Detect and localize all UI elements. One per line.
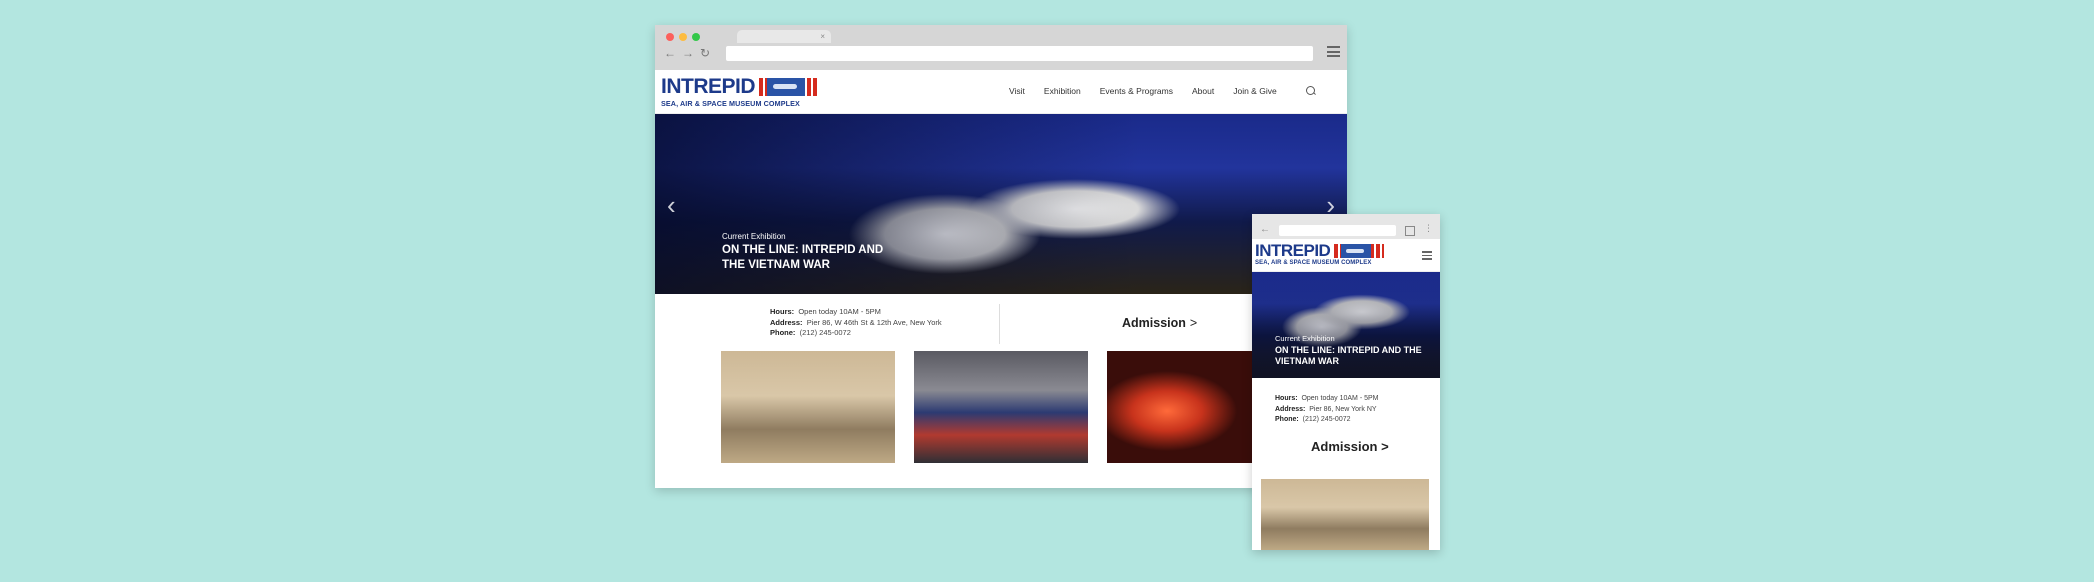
- hamburger-menu-icon[interactable]: [1422, 251, 1432, 262]
- hours-row: Hours: Open today 10AM - 5PM: [1275, 394, 1379, 405]
- thumbnail-visitors-aircraft[interactable]: [914, 351, 1088, 463]
- nav-item-events-programs[interactable]: Events & Programs: [1100, 86, 1173, 96]
- visit-info: Hours: Open today 10AM - 5PM Address: Pi…: [1275, 394, 1379, 426]
- logo-wordmark: INTREPID: [661, 75, 756, 98]
- address-row: Address: Pier 86, W 46th St & 12th Ave, …: [770, 318, 942, 329]
- hero-title[interactable]: ON THE LINE: INTREPID AND THE VIETNAM WA…: [1275, 345, 1425, 367]
- nav-item-exhibition[interactable]: Exhibition: [1044, 86, 1081, 96]
- address-label: Address:: [1275, 405, 1306, 413]
- mobile-browser-bar: ← ⋮: [1252, 222, 1440, 239]
- thumbnail-jet-launch[interactable]: [1261, 479, 1429, 550]
- address-value: Pier 86, New York NY: [1309, 405, 1377, 413]
- chevron-right-icon: >: [1381, 439, 1389, 454]
- maximize-window-button[interactable]: [692, 33, 700, 41]
- address-value: Pier 86, W 46th St & 12th Ave, New York: [806, 317, 942, 327]
- intrepid-logo[interactable]: INTREPID SEA, AIR & SPACE MUSEUM COMPLEX: [1255, 241, 1385, 266]
- nav-item-join-give[interactable]: Join & Give: [1233, 86, 1276, 96]
- site-header: INTREPID SEA, AIR & SPACE MUSEUM COMPLEX…: [655, 70, 1347, 114]
- forward-arrow-icon[interactable]: →: [682, 46, 694, 60]
- address-row: Address: Pier 86, New York NY: [1275, 405, 1379, 416]
- phone-value: (212) 245-0072: [1302, 416, 1351, 423]
- admission-link[interactable]: Admission >: [1122, 316, 1197, 330]
- hours-label: Hours:: [770, 307, 795, 316]
- phone-label: Phone:: [1275, 416, 1299, 423]
- admission-label: Admission: [1311, 439, 1378, 454]
- search-icon[interactable]: [1306, 86, 1315, 95]
- back-arrow-icon[interactable]: ←: [1260, 224, 1270, 235]
- hours-row: Hours: Open today 10AM - 5PM: [770, 307, 942, 318]
- back-arrow-icon[interactable]: ←: [664, 46, 676, 60]
- logo-wordmark: INTREPID: [1255, 241, 1331, 260]
- phone-label: Phone:: [770, 328, 796, 337]
- hero-carousel: ‹ › Current Exhibition ON THE LINE: INTR…: [655, 114, 1347, 294]
- mobile-site-header: INTREPID SEA, AIR & SPACE MUSEUM COMPLEX: [1252, 239, 1440, 272]
- chevron-right-icon: >: [1189, 316, 1198, 330]
- thumbnail-jet-launch[interactable]: [721, 351, 895, 463]
- visit-info: Hours: Open today 10AM - 5PM Address: Pi…: [770, 307, 942, 339]
- minimize-window-button[interactable]: [679, 33, 687, 41]
- admission-link[interactable]: Admission >: [1311, 439, 1389, 454]
- mobile-hero: Current Exhibition ON THE LINE: INTREPID…: [1252, 272, 1440, 378]
- nav-item-about[interactable]: About: [1192, 86, 1214, 96]
- phone-row: Phone: (212) 245-0072: [1275, 415, 1379, 426]
- intrepid-logo[interactable]: INTREPID SEA, AIR & SPACE MUSEUM COMPLEX: [661, 75, 820, 108]
- nav-item-visit[interactable]: Visit: [1009, 86, 1025, 96]
- logo-subtitle: SEA, AIR & SPACE MUSEUM COMPLEX: [661, 99, 800, 108]
- phone-value: (212) 245-0072: [799, 328, 851, 337]
- more-options-icon[interactable]: ⋮: [1424, 223, 1433, 234]
- browser-tab[interactable]: ×: [737, 30, 831, 43]
- mobile-address-bar[interactable]: [1279, 225, 1396, 236]
- reload-icon[interactable]: ↻: [700, 46, 710, 60]
- info-divider: [999, 304, 1000, 344]
- address-bar[interactable]: [726, 46, 1313, 61]
- browser-chrome: × ← → ↻: [655, 25, 1347, 70]
- close-tab-icon[interactable]: ×: [820, 30, 825, 43]
- carousel-prev-icon[interactable]: ‹: [667, 190, 676, 221]
- hours-label: Hours:: [1275, 395, 1298, 402]
- tabs-icon[interactable]: [1405, 226, 1415, 236]
- mobile-status-bar: [1252, 214, 1440, 222]
- hero-kicker: Current Exhibition: [722, 232, 786, 241]
- flag-logo-icon: [759, 78, 820, 96]
- mobile-browser-window: ← ⋮ INTREPID SEA, AIR & SPACE MUSEUM COM…: [1252, 214, 1440, 550]
- hours-value: Open today 10AM - 5PM: [798, 307, 881, 316]
- logo-subtitle: SEA, AIR & SPACE MUSEUM COMPLEX: [1255, 260, 1372, 266]
- browser-nav-controls: ← → ↻: [664, 46, 710, 60]
- hours-value: Open today 10AM - 5PM: [1301, 395, 1379, 402]
- address-label: Address:: [770, 317, 803, 327]
- phone-row: Phone: (212) 245-0072: [770, 328, 942, 339]
- hero-kicker: Current Exhibition: [1275, 334, 1335, 343]
- main-navigation: Visit Exhibition Events & Programs About…: [1009, 86, 1296, 96]
- admission-label: Admission: [1122, 316, 1186, 330]
- close-window-button[interactable]: [666, 33, 674, 41]
- flag-logo-icon: [1334, 243, 1385, 258]
- hero-title[interactable]: ON THE LINE: INTREPID AND THE VIETNAM WA…: [722, 243, 892, 273]
- browser-menu-icon[interactable]: [1327, 46, 1340, 57]
